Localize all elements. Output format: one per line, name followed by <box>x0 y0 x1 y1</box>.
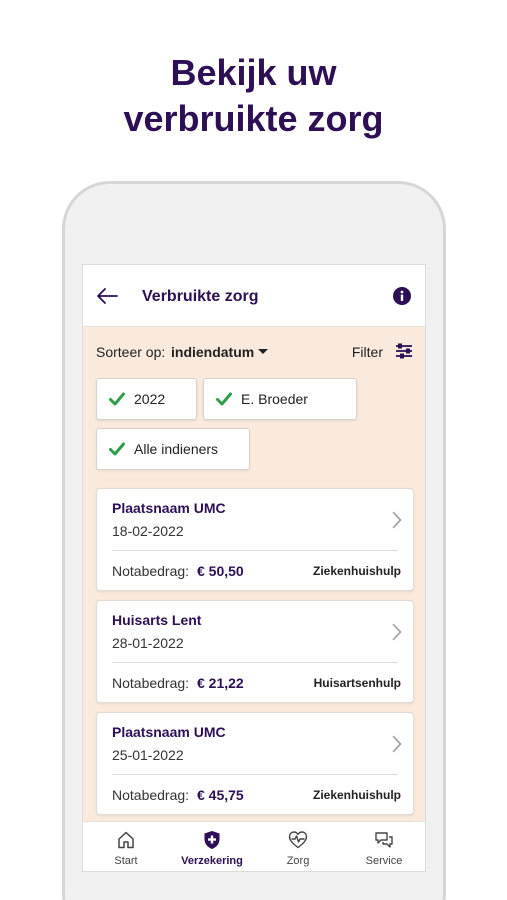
heart-pulse-icon <box>288 831 308 849</box>
chip-label: Alle indieners <box>134 441 219 457</box>
claim-provider: Plaatsnaam UMC <box>112 724 226 740</box>
claim-amount-label: Notabedrag: <box>112 563 190 579</box>
shield-plus-icon <box>204 831 220 849</box>
claim-card[interactable]: Plaatsnaam UMC 18-02-2022 Notabedrag: € … <box>96 488 414 591</box>
tab-service[interactable]: Service <box>341 822 425 871</box>
claim-amount: € 21,22 <box>197 675 244 691</box>
headline-line-2: verbruikte zorg <box>123 98 384 139</box>
claim-category: Ziekenhuishulp <box>312 788 401 802</box>
arrow-left-icon[interactable] <box>95 285 119 307</box>
sort-label: Sorteer op: <box>96 344 166 360</box>
home-icon <box>118 831 134 849</box>
claim-category: Huisartsenhulp <box>313 676 401 690</box>
check-icon <box>216 392 232 406</box>
card-divider <box>112 550 398 551</box>
chevron-right-icon <box>392 511 402 529</box>
claim-date: 18-02-2022 <box>112 523 184 539</box>
claim-provider: Plaatsnaam UMC <box>112 500 226 516</box>
chevron-right-icon <box>392 735 402 753</box>
claim-date: 25-01-2022 <box>112 747 184 763</box>
promo-headline: Bekijk uw verbruikte zorg <box>0 50 507 142</box>
info-icon[interactable] <box>393 287 411 305</box>
filter-chip-submitters[interactable]: Alle indieners <box>96 428 250 470</box>
caret-down-icon[interactable] <box>258 349 268 354</box>
headline-line-1: Bekijk uw <box>170 52 337 93</box>
chevron-right-icon <box>392 623 402 641</box>
card-divider <box>112 774 398 775</box>
check-icon <box>109 442 125 456</box>
tab-zorg[interactable]: Zorg <box>255 822 341 871</box>
tab-label: Zorg <box>286 855 310 867</box>
tab-label: Start <box>114 855 138 867</box>
claim-amount: € 50,50 <box>197 563 244 579</box>
sort-dropdown[interactable]: indiendatum <box>171 344 254 360</box>
claim-category: Ziekenhuishulp <box>312 564 401 578</box>
claim-amount: € 45,75 <box>197 787 244 803</box>
bottom-tab-bar: Start Verzekering Zorg Service <box>83 821 425 871</box>
claim-card[interactable]: Huisarts Lent 28-01-2022 Notabedrag: € 2… <box>96 600 414 703</box>
filter-chip-year[interactable]: 2022 <box>96 378 197 420</box>
chip-label: E. Broeder <box>241 391 308 407</box>
chat-bubbles-icon <box>375 832 393 848</box>
tab-label: Verzekering <box>181 855 243 867</box>
claim-card[interactable]: Plaatsnaam UMC 25-01-2022 Notabedrag: € … <box>96 712 414 815</box>
claim-amount-label: Notabedrag: <box>112 675 190 691</box>
claim-provider: Huisarts Lent <box>112 612 202 628</box>
app-bar: Verbruikte zorg <box>83 265 425 327</box>
tab-label: Service <box>365 855 403 867</box>
chip-label: 2022 <box>134 391 166 407</box>
tab-verzekering[interactable]: Verzekering <box>169 822 255 871</box>
claim-date: 28-01-2022 <box>112 635 184 651</box>
page-title: Verbruikte zorg <box>142 288 259 305</box>
app-screen: Verbruikte zorg Sorteer op: indiendatum … <box>82 264 426 872</box>
claim-amount-label: Notabedrag: <box>112 787 190 803</box>
filter-chip-person[interactable]: E. Broeder <box>203 378 357 420</box>
tab-start[interactable]: Start <box>83 822 169 871</box>
card-divider <box>112 662 398 663</box>
filter-button[interactable]: Filter <box>352 344 383 360</box>
sliders-icon[interactable] <box>395 342 413 360</box>
sort-bar: Sorteer op: indiendatum Filter <box>96 341 413 363</box>
check-icon <box>109 392 125 406</box>
